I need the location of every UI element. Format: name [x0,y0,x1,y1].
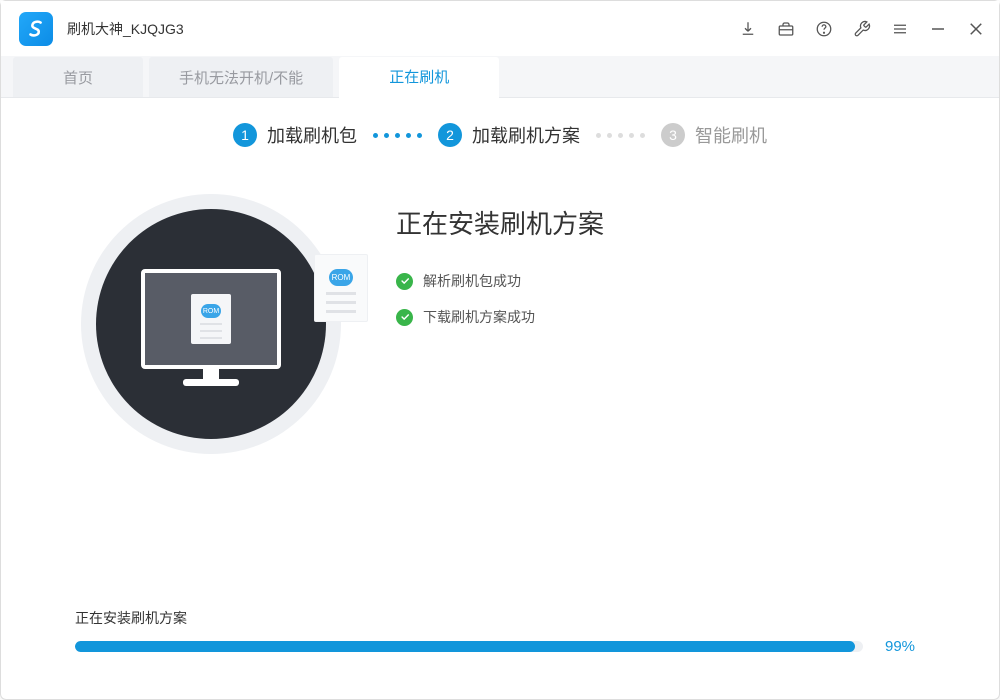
step-1: 1 加载刷机包 [233,122,357,148]
tab-label: 手机无法开机/不能 [179,67,303,88]
status-panel: 正在安装刷机方案 解析刷机包成功 下载刷机方案成功 [396,194,939,459]
status-heading: 正在安装刷机方案 [396,204,939,241]
settings-icon[interactable] [853,20,871,38]
progress-fill [75,641,855,652]
stepper: 1 加载刷机包 2 加载刷机方案 3 智能刷机 [1,98,999,154]
illustration: ROM ROM [81,194,346,459]
progress-label: 正在安装刷机方案 [75,608,925,628]
tab-home[interactable]: 首页 [13,57,143,97]
close-button[interactable] [967,20,985,38]
app-logo [19,12,53,46]
step-label: 加载刷机包 [267,122,357,148]
step-3: 3 智能刷机 [661,122,767,148]
step-2: 2 加载刷机方案 [438,122,580,148]
titlebar-actions [739,20,985,38]
progress-area: 正在安装刷机方案 99% [75,608,925,655]
step-label: 加载刷机方案 [472,122,580,148]
step-number: 2 [438,123,462,147]
tab-flashing[interactable]: 正在刷机 [339,57,499,98]
monitor-icon: ROM [141,269,281,369]
tab-bar: 首页 手机无法开机/不能 正在刷机 [1,56,999,98]
status-text: 解析刷机包成功 [423,271,521,291]
menu-icon[interactable] [891,20,909,38]
check-icon [396,309,413,326]
tab-label: 首页 [63,67,93,88]
status-item: 下载刷机方案成功 [396,307,939,327]
title-bar: 刷机大神_KJQJG3 [1,1,999,56]
check-icon [396,273,413,290]
tab-label: 正在刷机 [389,66,449,87]
download-icon[interactable] [739,20,757,38]
status-item: 解析刷机包成功 [396,271,939,291]
step-label: 智能刷机 [695,122,767,148]
app-title: 刷机大神_KJQJG3 [67,19,184,39]
step-number: 3 [661,123,685,147]
progress-percent: 99% [885,638,925,655]
document-icon: ROM [314,254,368,322]
step-connector [596,133,645,138]
toolbox-icon[interactable] [777,20,795,38]
tab-phone-noboot[interactable]: 手机无法开机/不能 [149,57,333,97]
minimize-button[interactable] [929,20,947,38]
help-icon[interactable] [815,20,833,38]
progress-bar [75,641,863,652]
step-connector [373,133,422,138]
step-number: 1 [233,123,257,147]
content: ROM ROM 正在安装刷机方案 [1,154,999,459]
status-text: 下载刷机方案成功 [423,307,535,327]
